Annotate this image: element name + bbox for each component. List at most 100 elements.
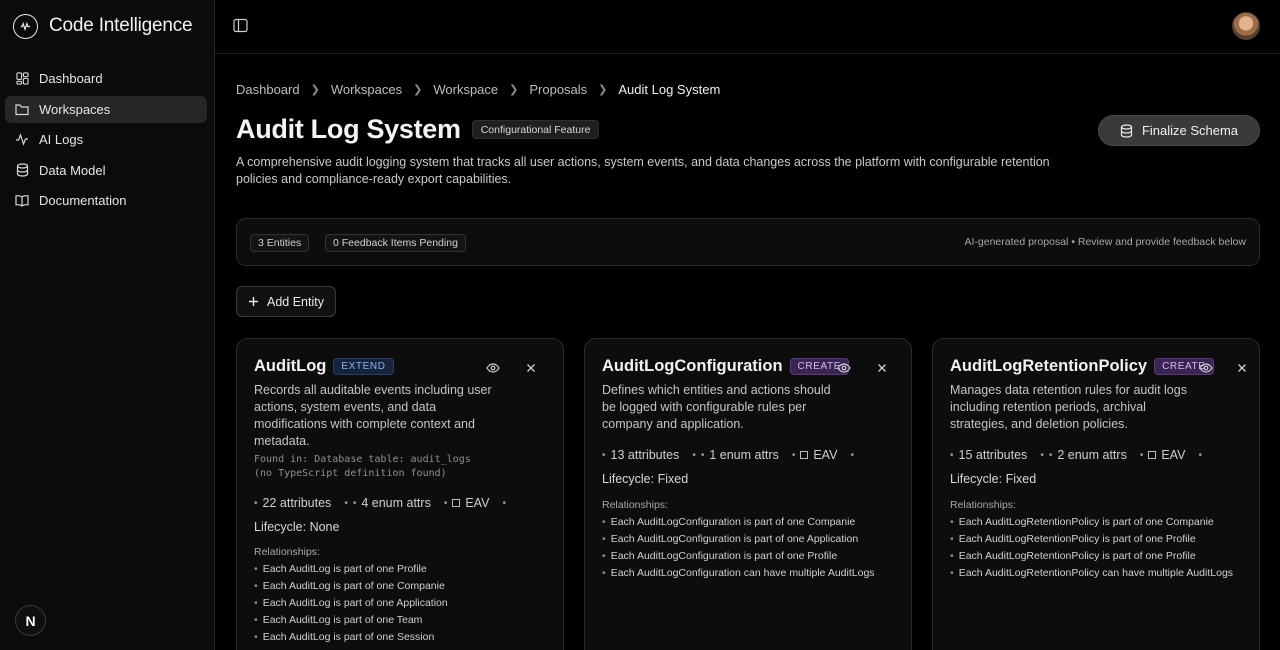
entity-description: Defines which entities and actions shoul… xyxy=(602,383,831,431)
relationship-item: Each AuditLog is part of one Session xyxy=(254,629,448,646)
proposal-note: AI-generated proposal • Review and provi… xyxy=(964,236,1246,248)
entity-card-auditlogretentionpolicy: AuditLogRetentionPolicy CREATE Manages d… xyxy=(932,338,1260,650)
entity-card-auditlog: AuditLog EXTEND Records all auditable ev… xyxy=(236,338,564,650)
relationship-item: Each AuditLog is part of one Companie xyxy=(254,578,448,595)
relationship-item: Each AuditLogRetentionPolicy is part of … xyxy=(950,514,1233,531)
attribute-count: 15 attributes xyxy=(958,448,1028,462)
eye-icon[interactable] xyxy=(486,361,501,376)
relationships-list: Each AuditLog is part of one Profile Eac… xyxy=(254,561,448,646)
breadcrumb-proposals[interactable]: Proposals xyxy=(529,82,587,97)
card-header: AuditLogConfiguration CREATE xyxy=(602,357,849,376)
close-icon[interactable] xyxy=(524,361,539,376)
sidebar-item-label: Workspaces xyxy=(39,101,111,117)
relationship-item: Each AuditLogConfiguration is part of on… xyxy=(602,531,875,548)
eav-checkbox-icon xyxy=(452,499,461,507)
app-title: Code Intelligence xyxy=(49,15,193,36)
relationship-item: Each AuditLogRetentionPolicy is part of … xyxy=(950,548,1233,565)
relationship-item: Each AuditLog is part of one Application xyxy=(254,595,448,612)
sidebar: Code Intelligence Dashboard Workspaces A… xyxy=(0,0,215,650)
relationships-title: Relationships: xyxy=(950,499,1016,511)
eav-label: EAV xyxy=(1161,448,1186,462)
page-description: A comprehensive audit logging system tha… xyxy=(236,155,1050,186)
dashboard-icon xyxy=(15,72,29,86)
entity-stats: • 22 attributes • • 4 enum attrs • EAV • xyxy=(254,496,506,510)
finalize-schema-button[interactable]: Finalize Schema xyxy=(1098,115,1260,146)
eav-label: EAV xyxy=(465,496,490,510)
chevron-right-icon: ❯ xyxy=(413,84,423,96)
topbar xyxy=(215,0,1280,54)
entity-description: Manages data retention rules for audit l… xyxy=(950,383,1187,431)
enum-attr-count: 1 enum attrs xyxy=(709,448,779,462)
close-icon[interactable] xyxy=(1235,361,1250,376)
sidebar-item-workspaces[interactable]: Workspaces xyxy=(5,95,207,123)
breadcrumb-workspace[interactable]: Workspace xyxy=(433,82,498,97)
brand[interactable]: Code Intelligence xyxy=(0,0,214,52)
entity-name: AuditLogConfiguration xyxy=(602,357,783,375)
sidebar-item-documentation[interactable]: Documentation xyxy=(5,187,207,214)
close-icon[interactable] xyxy=(875,361,890,376)
operation-badge: EXTEND xyxy=(333,358,394,375)
attribute-count: 22 attributes xyxy=(262,496,332,510)
sidebar-item-ai-logs[interactable]: AI Logs xyxy=(5,126,207,153)
chevron-right-icon: ❯ xyxy=(598,84,608,96)
activity-icon xyxy=(15,133,29,147)
page-title: Audit Log System xyxy=(236,114,461,144)
eye-icon[interactable] xyxy=(1199,361,1214,376)
entity-stats: • 13 attributes • • 1 enum attrs • EAV • xyxy=(602,448,854,462)
chevron-right-icon: ❯ xyxy=(509,84,519,96)
relationship-item: Each AuditLogConfiguration can have mult… xyxy=(602,565,875,582)
sidebar-item-label: Data Model xyxy=(39,162,106,178)
eye-icon[interactable] xyxy=(837,361,852,376)
feature-type-badge: Configurational Feature xyxy=(471,120,600,139)
book-icon xyxy=(15,194,29,208)
sidebar-toggle-icon[interactable] xyxy=(233,18,249,34)
enum-attr-count: 2 enum attrs xyxy=(1057,448,1127,462)
feedback-pending-chip: 0 Feedback Items Pending xyxy=(325,234,466,252)
folder-icon xyxy=(15,102,29,116)
avatar[interactable] xyxy=(1232,12,1260,40)
card-header: AuditLog EXTEND xyxy=(254,357,394,376)
relationship-item: Each AuditLog is part of one Team xyxy=(254,612,448,629)
found-in-note: Found in: Database table: audit_logs (no… xyxy=(254,454,471,479)
entity-description: Records all auditable events including u… xyxy=(254,383,492,448)
breadcrumb-dashboard[interactable]: Dashboard xyxy=(236,82,300,97)
eav-label: EAV xyxy=(813,448,838,462)
entity-name: AuditLogRetentionPolicy xyxy=(950,357,1148,375)
sidebar-item-label: Documentation xyxy=(39,193,127,208)
relationships-title: Relationships: xyxy=(254,546,320,558)
relationship-item: Each AuditLog is part of one Profile xyxy=(254,561,448,578)
eav-checkbox-icon xyxy=(800,451,809,459)
add-entity-label: Add Entity xyxy=(267,294,324,309)
entities-count-chip: 3 Entities xyxy=(250,234,310,252)
sidebar-item-label: AI Logs xyxy=(39,132,84,147)
sidebar-nav: Dashboard Workspaces AI Logs Data Model … xyxy=(0,65,214,214)
database-icon xyxy=(15,163,29,177)
relationship-item: Each AuditLogRetentionPolicy is part of … xyxy=(950,531,1233,548)
lifecycle: Lifecycle: Fixed xyxy=(950,472,1037,486)
relationship-item: Each AuditLogRetentionPolicy can have mu… xyxy=(950,565,1233,582)
attribute-count: 13 attributes xyxy=(610,448,680,462)
database-icon xyxy=(1120,123,1133,138)
chevron-right-icon: ❯ xyxy=(310,84,320,96)
relationship-item: Each AuditLogConfiguration is part of on… xyxy=(602,548,875,565)
enum-attr-count: 4 enum attrs xyxy=(361,496,431,510)
entity-stats: • 15 attributes • • 2 enum attrs • EAV • xyxy=(950,448,1202,462)
relationships-title: Relationships: xyxy=(602,499,668,511)
breadcrumb-workspaces[interactable]: Workspaces xyxy=(331,82,402,97)
eav-checkbox-icon xyxy=(1148,451,1157,459)
proposal-summary: 3 Entities 0 Feedback Items Pending AI-g… xyxy=(236,218,1260,266)
card-header: AuditLogRetentionPolicy CREATE xyxy=(950,357,1214,376)
breadcrumb-current: Audit Log System xyxy=(618,82,721,97)
lifecycle: Lifecycle: Fixed xyxy=(602,472,689,486)
lifecycle: Lifecycle: None xyxy=(254,520,340,534)
sidebar-item-dashboard[interactable]: Dashboard xyxy=(5,65,207,92)
logo-icon xyxy=(13,13,38,39)
entity-name: AuditLog xyxy=(254,357,327,375)
sidebar-item-label: Dashboard xyxy=(39,71,103,86)
entity-card-auditlogconfiguration: AuditLogConfiguration CREATE Defines whi… xyxy=(584,338,912,650)
title-row: Audit Log System Configurational Feature xyxy=(236,114,600,145)
relationships-list: Each AuditLogRetentionPolicy is part of … xyxy=(950,514,1233,582)
n-badge-button[interactable]: N xyxy=(15,605,46,636)
add-entity-button[interactable]: Add Entity xyxy=(236,286,336,317)
sidebar-item-data-model[interactable]: Data Model xyxy=(5,157,207,184)
